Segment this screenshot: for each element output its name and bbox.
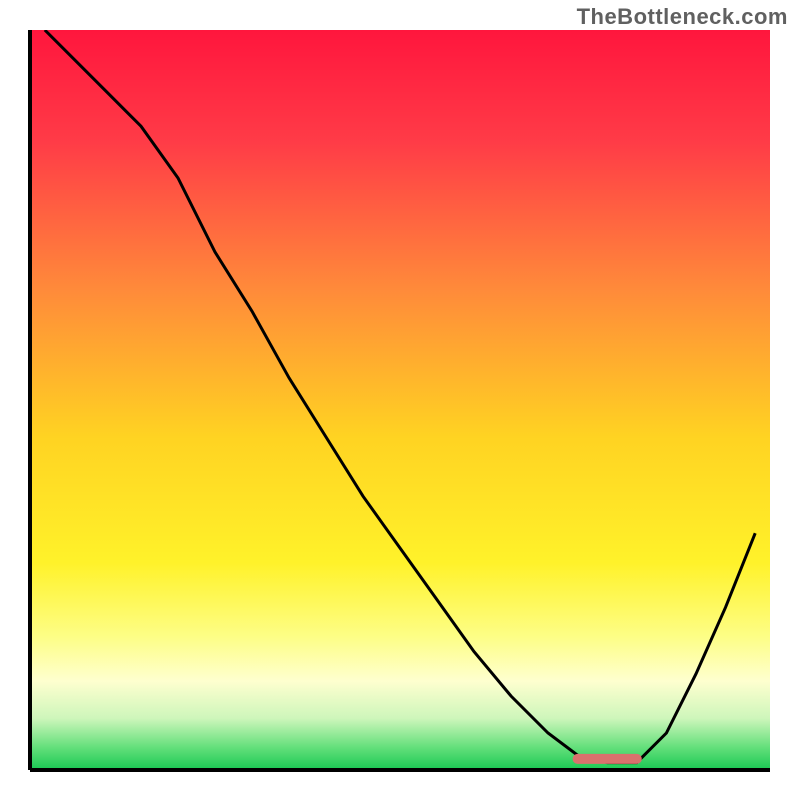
- gradient-background: [30, 30, 770, 770]
- bottleneck-chart: [0, 0, 800, 800]
- watermark-text: TheBottleneck.com: [577, 4, 788, 30]
